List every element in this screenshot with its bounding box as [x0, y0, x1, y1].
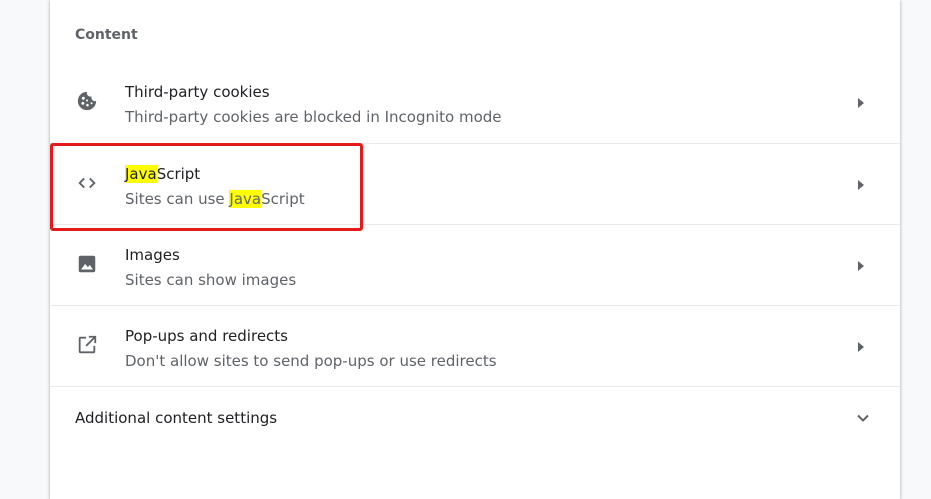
row-title: Third-party cookies — [125, 83, 270, 101]
code-icon — [76, 172, 98, 194]
arrow-right-icon — [856, 95, 866, 109]
open-in-new-icon — [76, 334, 98, 356]
row-subtitle: Don't allow sites to send pop-ups or use… — [125, 352, 497, 370]
row-title: Pop-ups and redirects — [125, 327, 288, 345]
image-icon — [76, 253, 98, 275]
arrow-right-icon — [856, 258, 866, 272]
row-javascript[interactable]: JavaScript Sites can use JavaScript — [50, 143, 900, 224]
row-subtitle: Third-party cookies are blocked in Incog… — [125, 108, 502, 126]
additional-content-settings-label: Additional content settings — [75, 409, 278, 427]
arrow-right-icon — [856, 339, 866, 353]
search-match-highlight: Java — [229, 190, 262, 208]
row-title: JavaScript — [125, 165, 200, 183]
row-images[interactable]: Images Sites can show images — [50, 224, 900, 305]
search-match-highlight: Java — [125, 165, 157, 183]
row-subtitle: Sites can use JavaScript — [125, 190, 305, 208]
chevron-down-icon — [856, 410, 870, 424]
settings-card: Content Third-party cookies Third-party … — [50, 0, 900, 499]
cookie-icon — [76, 90, 98, 112]
section-title: Content — [75, 27, 138, 43]
row-title: Images — [125, 246, 180, 264]
row-popups-redirects[interactable]: Pop-ups and redirects Don't allow sites … — [50, 305, 900, 386]
row-subtitle: Sites can show images — [125, 271, 297, 289]
arrow-right-icon — [856, 177, 866, 191]
additional-content-settings[interactable]: Additional content settings — [50, 386, 900, 448]
subtitle-text: Sites can use — [125, 190, 230, 208]
row-third-party-cookies[interactable]: Third-party cookies Third-party cookies … — [50, 62, 900, 143]
title-text: Script — [156, 165, 201, 183]
subtitle-text: Script — [261, 190, 305, 208]
